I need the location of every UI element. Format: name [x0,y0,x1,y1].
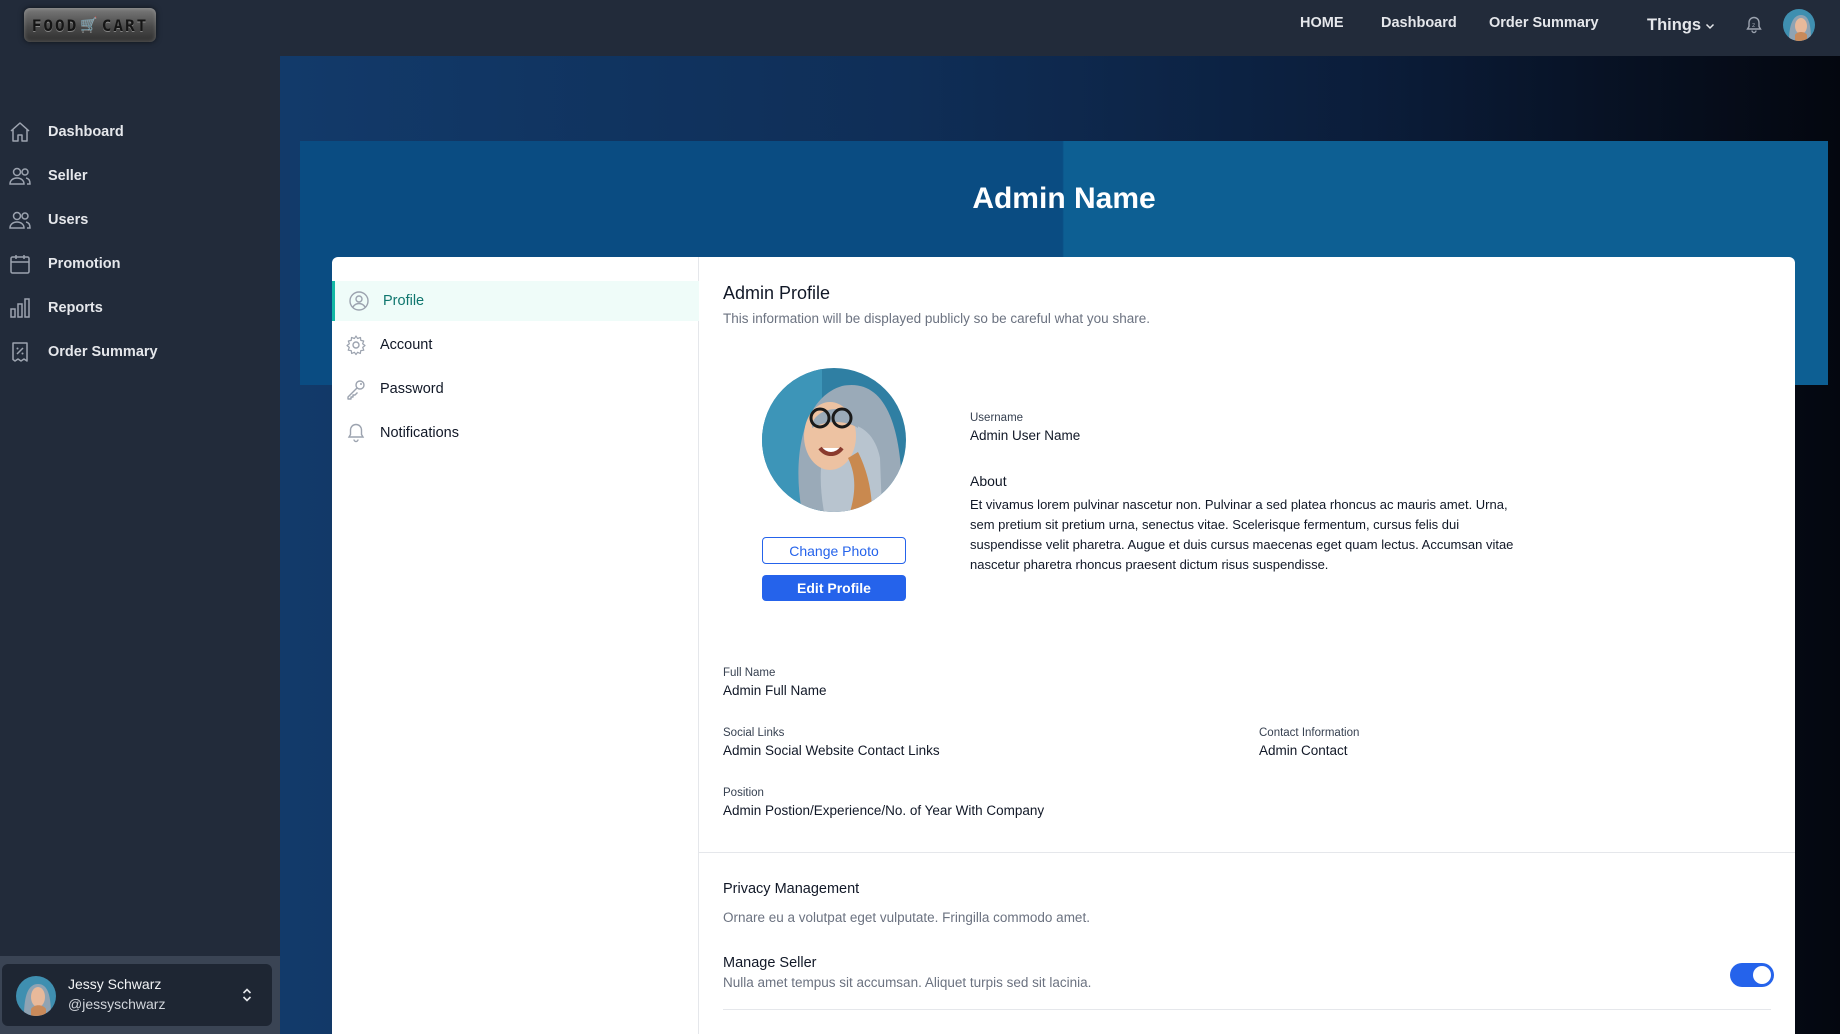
nav-things-dropdown[interactable]: Things [1647,16,1715,35]
profile-card: Profile Account Password Notifications A… [332,257,1795,1034]
row-divider [723,1009,1771,1010]
food-cart-logo[interactable]: FOOD 🛒 CART [24,8,156,42]
sidebar-item-promotion[interactable]: Promotion [0,246,280,282]
svg-text:z: z [1752,22,1755,29]
privacy-title: Privacy Management [723,881,860,897]
edit-profile-button[interactable]: Edit Profile [762,575,906,601]
sidebar-item-label: Dashboard [48,124,124,140]
subnav-item-label: Password [380,381,444,397]
home-icon [10,122,30,142]
top-bar: FOOD 🛒 CART HOME Dashboard Order Summary… [0,0,1840,56]
nav-home-link[interactable]: HOME [1300,15,1344,31]
top-user-avatar[interactable] [1783,9,1815,41]
social-links-label: Social Links [723,727,785,739]
sidebar-item-label: Users [48,212,89,228]
subnav-item-account[interactable]: Account [332,325,699,365]
calendar-icon [10,255,30,274]
user-handle: @jessyschwarz [68,996,166,1012]
profile-subnav: Profile Account Password Notifications [332,257,699,1034]
users-icon [9,211,31,229]
users-icon [9,167,31,185]
subnav-item-password[interactable]: Password [332,369,699,409]
chevron-down-icon [1706,23,1715,29]
notifications-bell-icon[interactable]: z [1744,15,1764,35]
subnav-item-label: Profile [383,293,425,309]
nav-order-summary-link[interactable]: Order Summary [1489,15,1599,31]
sidebar-item-label: Reports [48,300,103,316]
position-label: Position [723,787,764,799]
position-value: Admin Postion/Experience/No. of Year Wit… [723,803,1045,818]
username-value: Admin User Name [970,428,1081,443]
manage-seller-toggle[interactable] [1730,963,1774,987]
manage-seller-description: Nulla amet tempus sit accumsan. Aliquet … [723,975,1092,990]
bell-icon [347,423,365,443]
contact-info-label: Contact Information [1259,727,1360,739]
bar-chart-icon [10,298,30,318]
subnav-item-label: Account [380,337,433,353]
sidebar-item-seller[interactable]: Seller [0,158,280,194]
manage-seller-title: Manage Seller [723,955,817,971]
social-links-value: Admin Social Website Contact Links [723,743,940,758]
section-subtitle: This information will be displayed publi… [723,311,1150,326]
gear-icon [346,335,366,356]
key-icon [347,380,365,400]
user-switcher[interactable]: Jessy Schwarz @jessyschwarz [2,964,272,1026]
sidebar-item-dashboard[interactable]: Dashboard [0,114,280,150]
cart-icon: 🛒 [80,17,100,33]
sidebar-item-label: Seller [48,168,88,184]
sidebar-item-label: Promotion [48,256,121,272]
chevron-up-down-icon [242,988,252,1002]
nav-dashboard-link[interactable]: Dashboard [1381,15,1457,31]
profile-content: Admin Profile This information will be d… [699,257,1795,1034]
toggle-knob [1753,966,1771,984]
logo-text-right: CART [101,15,149,35]
avatar [16,976,56,1016]
receipt-icon [12,342,28,362]
logo-text-left: FOOD [31,15,79,35]
change-photo-button[interactable]: Change Photo [762,537,906,564]
sidebar-item-reports[interactable]: Reports [0,290,280,326]
subnav-item-label: Notifications [380,425,459,441]
privacy-subtitle: Ornare eu a volutpat eget vulputate. Fri… [723,910,1090,925]
profile-photo [762,368,906,512]
username-label: Username [970,412,1024,424]
subnav-item-notifications[interactable]: Notifications [332,413,699,453]
sidebar-item-users[interactable]: Users [0,202,280,238]
user-name: Jessy Schwarz [68,976,162,992]
full-name-label: Full Name [723,667,776,679]
sidebar-item-order-summary[interactable]: Order Summary [0,334,280,370]
about-text: Et vivamus lorem pulvinar nascetur non. … [970,497,1514,572]
sidebar-item-label: Order Summary [48,344,158,360]
about-label: About [970,473,1007,489]
subnav-item-profile[interactable]: Profile [332,281,699,321]
section-divider [699,852,1795,853]
section-title: Admin Profile [723,283,831,303]
contact-info-value: Admin Contact [1259,743,1348,758]
user-circle-icon [349,291,369,311]
things-label: Things [1647,16,1702,34]
page-title: Admin Name [972,182,1156,215]
full-name-value: Admin Full Name [723,683,827,698]
